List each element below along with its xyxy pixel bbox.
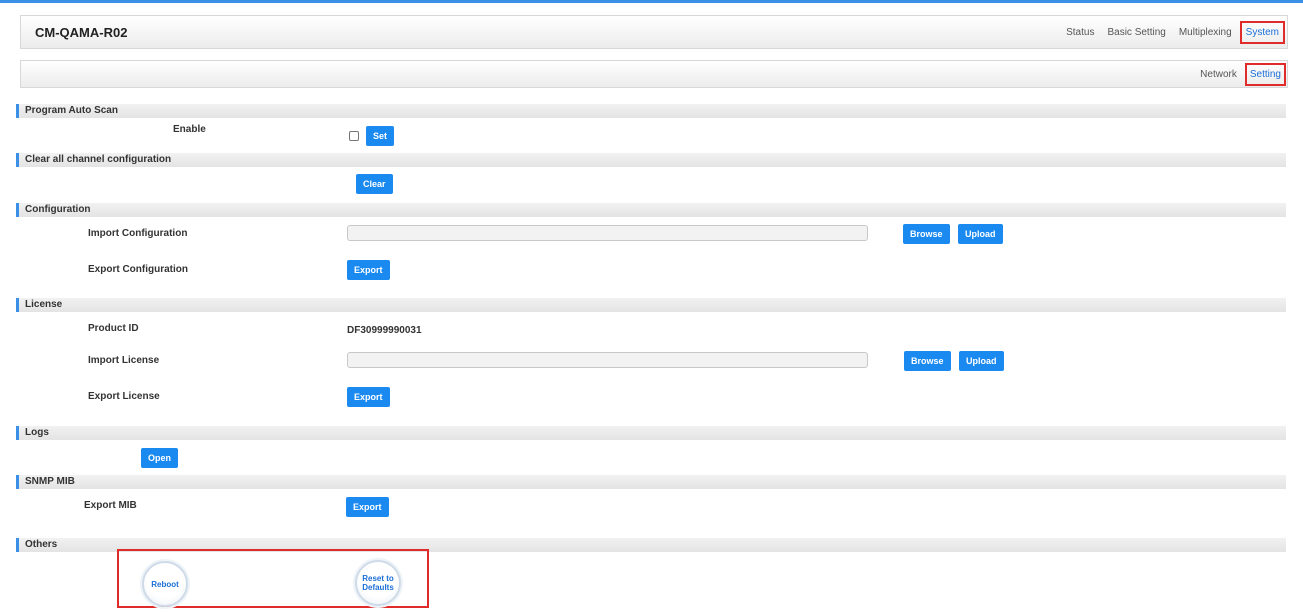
import-license-label: Import License [88, 355, 160, 366]
section-logs: Logs [16, 426, 1286, 440]
logs-open-button[interactable]: Open [141, 448, 179, 468]
product-id-value: DF30999990031 [347, 325, 422, 336]
mib-export-button[interactable]: Export [346, 497, 389, 517]
license-upload-button[interactable]: Upload [959, 351, 1004, 371]
import-configuration-label: Import Configuration [88, 228, 188, 239]
subnav-network[interactable]: Network [1200, 69, 1237, 80]
section-snmp-mib: SNMP MIB [16, 475, 1286, 489]
sub-nav: Network Setting [1188, 61, 1287, 87]
configuration-export-button[interactable]: Export [347, 260, 390, 280]
app-title: CM-QAMA-R02 [35, 25, 128, 40]
product-id-label: Product ID [88, 323, 139, 334]
main-nav: Status Basic Setting Multiplexing System [1053, 16, 1287, 48]
export-mib-label: Export MIB [84, 500, 137, 511]
section-license: License [16, 298, 1286, 312]
license-browse-button[interactable]: Browse [904, 351, 951, 371]
subnav-setting[interactable]: Setting [1244, 62, 1286, 86]
reboot-button[interactable]: Reboot [142, 561, 188, 607]
license-export-button[interactable]: Export [347, 387, 390, 407]
configuration-browse-button[interactable]: Browse [903, 224, 950, 244]
import-configuration-field[interactable] [347, 225, 868, 241]
nav-basic-setting[interactable]: Basic Setting [1107, 27, 1165, 38]
configuration-upload-button[interactable]: Upload [958, 224, 1003, 244]
export-configuration-label: Export Configuration [88, 264, 188, 275]
nav-multiplexing[interactable]: Multiplexing [1179, 27, 1232, 38]
main-header-bar: CM-QAMA-R02 Status Basic Setting Multipl… [20, 15, 1288, 49]
section-configuration: Configuration [16, 203, 1286, 217]
clear-button[interactable]: Clear [356, 174, 393, 194]
top-accent-line [0, 0, 1303, 3]
import-license-field[interactable] [347, 352, 868, 368]
enable-checkbox[interactable] [349, 131, 359, 141]
section-clear-all: Clear all channel configuration [16, 153, 1286, 167]
enable-label: Enable [173, 124, 206, 135]
nav-status[interactable]: Status [1066, 27, 1094, 38]
export-license-label: Export License [88, 391, 160, 402]
set-button[interactable]: Set [366, 126, 395, 146]
sub-header-bar: Network Setting [20, 60, 1288, 88]
section-program-auto-scan: Program Auto Scan [16, 104, 1286, 118]
nav-system[interactable]: System [1239, 20, 1285, 44]
reset-to-defaults-button[interactable]: Reset to Defaults [355, 560, 401, 606]
